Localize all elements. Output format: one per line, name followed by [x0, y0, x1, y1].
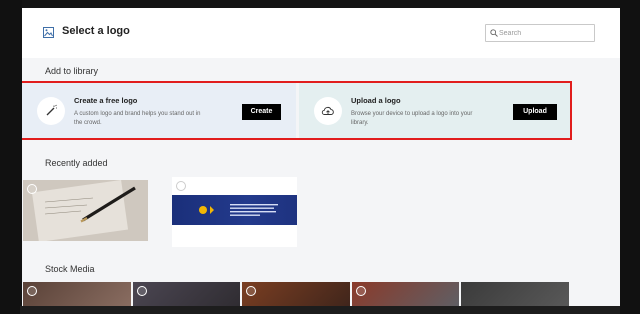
recently-added-heading: Recently added	[45, 158, 108, 168]
modal-header: Select a logo	[22, 8, 620, 58]
banner-graphic	[199, 204, 278, 216]
image-icon	[43, 27, 54, 38]
banner-image	[172, 195, 297, 225]
recent-item-banner[interactable]	[172, 177, 297, 247]
select-radio[interactable]	[27, 286, 37, 296]
modal-title: Select a logo	[62, 25, 130, 37]
pen-image	[23, 180, 148, 241]
select-radio[interactable]	[176, 181, 186, 191]
modal-bottom-edge	[20, 306, 620, 314]
backdrop-right	[620, 0, 640, 314]
select-radio[interactable]	[137, 286, 147, 296]
select-logo-modal: Select a logo Add to library Create a fr…	[22, 8, 620, 314]
stock-media-heading: Stock Media	[45, 264, 95, 274]
backdrop-left	[0, 0, 22, 314]
search-icon	[490, 29, 498, 37]
search-box[interactable]	[485, 24, 595, 42]
recent-item-pen-photo[interactable]	[23, 180, 148, 241]
select-radio[interactable]	[356, 286, 366, 296]
select-radio[interactable]	[27, 184, 37, 194]
add-to-library-highlight	[22, 81, 572, 140]
add-to-library-heading: Add to library	[45, 66, 99, 76]
search-input[interactable]	[499, 25, 591, 41]
select-radio[interactable]	[246, 286, 256, 296]
